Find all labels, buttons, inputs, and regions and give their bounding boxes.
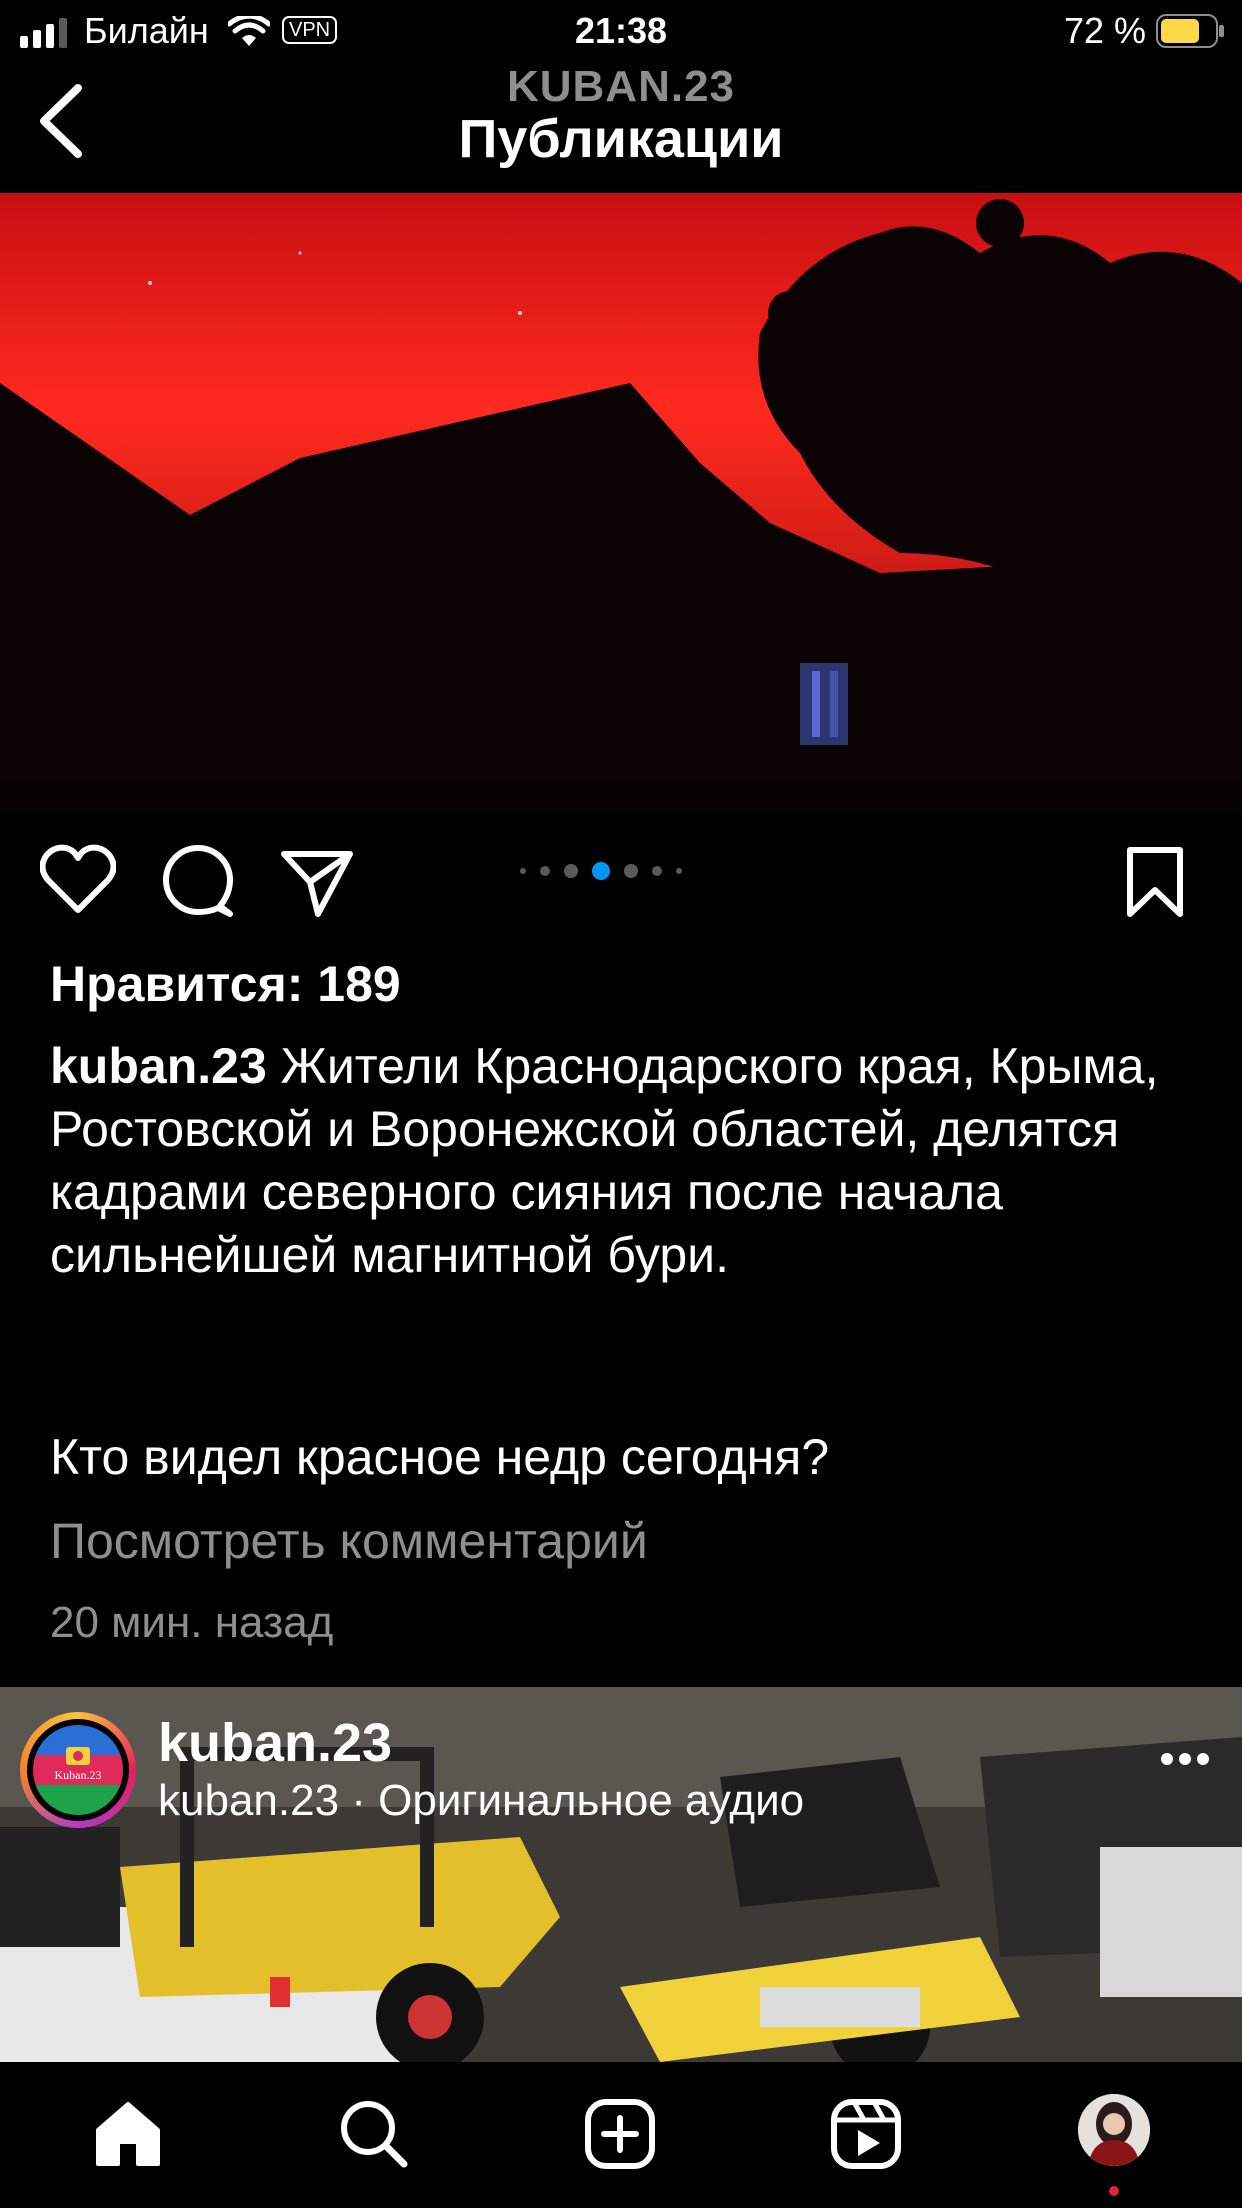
clock: 21:38 <box>574 10 668 51</box>
create-icon[interactable] <box>584 2098 656 2170</box>
next-post-username[interactable]: kuban.23 <box>158 1712 392 1774</box>
post-caption: kuban.23 Жители Краснодарского края, Кры… <box>50 1035 1210 1287</box>
likes-count[interactable]: Нравится: 189 <box>50 955 401 1013</box>
notification-dot <box>1109 2186 1119 2196</box>
reels-icon[interactable] <box>830 2098 902 2170</box>
carousel-dot <box>652 866 662 876</box>
post-actions <box>0 830 1242 930</box>
heart-icon[interactable] <box>40 844 116 916</box>
view-comments-link[interactable]: Посмотреть комментарий <box>50 1512 648 1570</box>
avatar[interactable]: Kuban.23 <box>33 1725 123 1815</box>
status-bar: Билайн VPN 21:38 72 % <box>0 0 1242 62</box>
share-icon[interactable] <box>280 844 356 920</box>
carousel-dot <box>520 868 526 874</box>
battery-percent: 72 % <box>1063 10 1146 51</box>
caption-question: Кто видел красное недр сегодня? <box>50 1429 830 1485</box>
carousel-dot <box>564 864 578 878</box>
carousel-dot <box>676 868 682 874</box>
bookmark-icon[interactable] <box>1120 844 1190 920</box>
post-timestamp: 20 мин. назад <box>50 1598 334 1647</box>
battery-icon <box>1156 14 1224 48</box>
more-options-icon[interactable] <box>1160 1752 1210 1766</box>
avatar-label: Kuban.23 <box>55 1768 102 1782</box>
profile-photo <box>1078 2094 1150 2166</box>
page-title: Публикации <box>458 109 784 169</box>
aurora-photo <box>0 193 1242 813</box>
bottom-nav <box>0 2062 1242 2208</box>
kuban-flag-logo: Kuban.23 <box>33 1725 123 1815</box>
carousel-dot <box>592 862 610 880</box>
home-icon[interactable] <box>92 2098 164 2170</box>
carousel-dot <box>540 866 550 876</box>
comment-icon[interactable] <box>160 844 236 920</box>
header-username: KUBAN.23 <box>506 62 736 111</box>
post-image[interactable] <box>0 193 1242 813</box>
search-icon[interactable] <box>338 2098 410 2170</box>
next-post-audio[interactable]: kuban.23 · Оригинальное аудио <box>158 1776 804 1826</box>
carousel-indicator <box>520 862 682 880</box>
carousel-dot <box>624 864 638 878</box>
profile-avatar[interactable] <box>1078 2094 1150 2166</box>
caption-username[interactable]: kuban.23 <box>50 1038 267 1094</box>
